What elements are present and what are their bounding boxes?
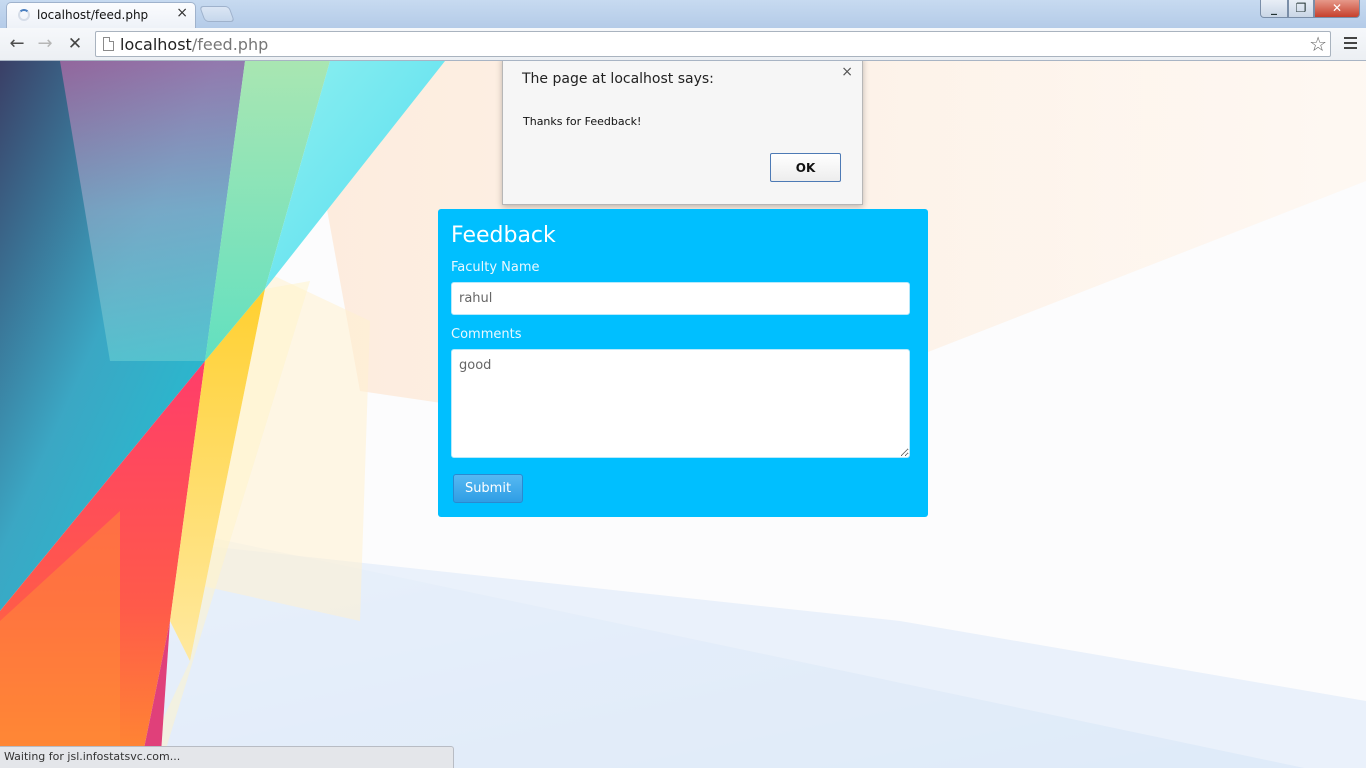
ok-button[interactable]: OK <box>770 153 841 182</box>
faculty-name-input[interactable] <box>451 282 910 315</box>
tab-title: localhost/feed.php <box>37 8 149 22</box>
address-bar[interactable]: localhost/feed.php ☆ <box>95 31 1331 57</box>
menu-icon[interactable] <box>1340 34 1360 54</box>
feedback-title: Feedback <box>451 223 556 248</box>
url-host: localhost <box>120 35 192 54</box>
submit-button[interactable]: Submit <box>453 474 523 503</box>
comments-label: Comments <box>451 327 522 342</box>
page-icon <box>103 37 114 51</box>
forward-arrow-icon[interactable]: → <box>32 32 58 56</box>
url-path: /feed.php <box>191 35 269 54</box>
dialog-close-icon[interactable]: × <box>841 64 853 80</box>
minimize-icon: _ <box>1271 1 1277 15</box>
browser-tab[interactable]: localhost/feed.php × <box>6 2 196 28</box>
new-tab-button[interactable] <box>199 6 235 22</box>
stop-icon[interactable]: ✕ <box>62 32 88 56</box>
restore-icon: ❐ <box>1295 1 1307 15</box>
browser-toolbar: ← → ✕ localhost/feed.php ☆ <box>0 28 1366 61</box>
alert-dialog: The page at localhost says: × Thanks for… <box>502 61 863 205</box>
tab-close-icon[interactable]: × <box>176 6 188 20</box>
star-icon[interactable]: ☆ <box>1309 32 1327 56</box>
comments-textarea[interactable]: good <box>451 349 910 458</box>
status-text: Waiting for jsl.infostatsvc.com... <box>4 750 181 763</box>
faculty-name-label: Faculty Name <box>451 260 540 275</box>
window-minimize-button[interactable]: _ <box>1260 0 1288 18</box>
window-close-button[interactable]: ✕ <box>1314 0 1360 18</box>
status-bar: Waiting for jsl.infostatsvc.com... <box>0 746 454 768</box>
page-viewport: The page at localhost says: × Thanks for… <box>0 61 1366 768</box>
browser-titlebar: localhost/feed.php × _ ❐ ✕ <box>0 0 1366 28</box>
window-restore-button[interactable]: ❐ <box>1288 0 1314 18</box>
url-text[interactable]: localhost/feed.php <box>120 35 268 54</box>
loading-spinner-icon <box>18 9 30 21</box>
back-arrow-icon[interactable]: ← <box>4 32 30 56</box>
feedback-panel: Feedback Faculty Name Comments good Subm… <box>438 209 928 517</box>
dialog-message: Thanks for Feedback! <box>523 115 642 128</box>
dialog-title: The page at localhost says: <box>522 71 714 87</box>
close-icon: ✕ <box>1331 1 1343 15</box>
